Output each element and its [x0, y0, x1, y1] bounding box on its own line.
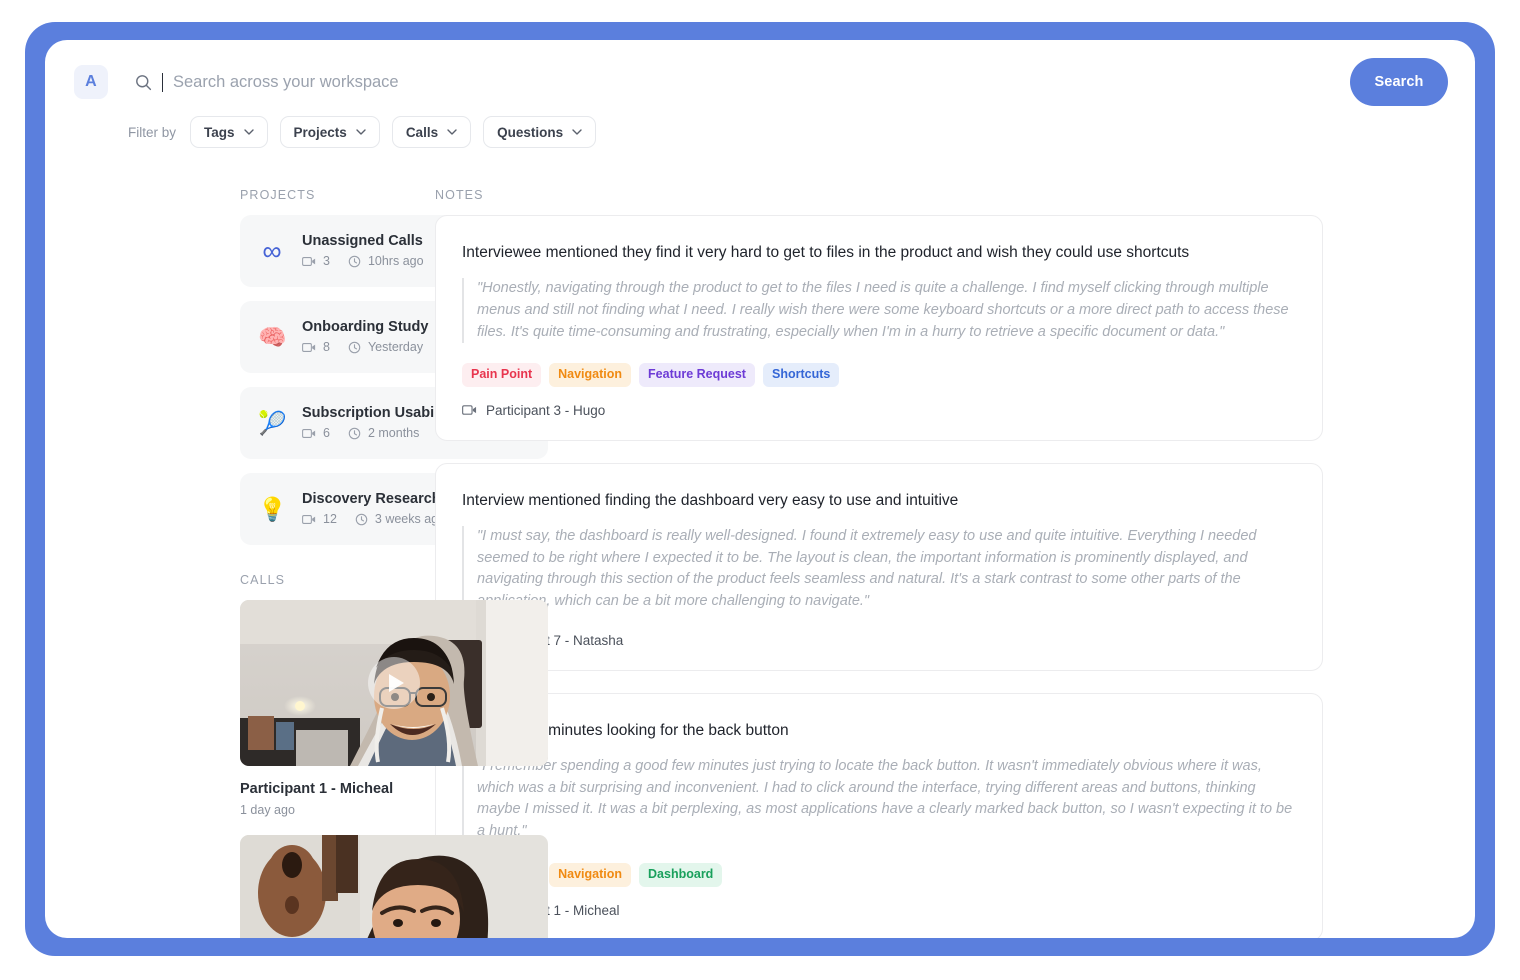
search-button[interactable]: Search — [1350, 58, 1448, 106]
tag-feature-request[interactable]: Feature Request — [639, 363, 755, 387]
play-button[interactable] — [368, 657, 420, 709]
video-icon — [302, 428, 316, 439]
tag-navigation[interactable]: Navigation — [549, 862, 632, 887]
search-bar[interactable]: Search across your workspace — [135, 65, 399, 99]
note-title: Spent a few minutes looking for the back… — [462, 721, 789, 739]
clock-icon — [348, 255, 361, 268]
tag-dashboard[interactable]: Dashboard — [639, 862, 723, 887]
video-icon — [302, 256, 316, 267]
calls-section-label: CALLS — [240, 573, 286, 587]
filter-chip-tags-label: Tags — [204, 124, 235, 140]
avatar-initial: A — [85, 73, 97, 90]
tennis-ball-icon: 🎾 — [258, 409, 287, 436]
project-call-count: 6 — [323, 426, 330, 441]
note-quote: "I must say, the dashboard is really wel… — [462, 525, 1298, 613]
video-icon — [302, 514, 316, 525]
notes-section-label: NOTES — [435, 188, 484, 202]
project-call-count: 12 — [323, 512, 337, 527]
call-participant-name: Participant 1 - Micheal — [240, 781, 394, 797]
call-thumbnail-2[interactable] — [240, 835, 548, 938]
note-title: Interviewee mentioned they find it very … — [462, 244, 1190, 261]
chevron-down-icon — [356, 129, 366, 135]
note-participant[interactable]: Participant 3 - Hugo — [462, 403, 1298, 418]
screenshot-root: A Search across your workspace Search Fi… — [0, 0, 1520, 980]
workspace-avatar[interactable]: A — [74, 65, 108, 99]
tag-navigation[interactable]: Navigation — [549, 363, 632, 387]
filter-chip-calls[interactable]: Calls — [391, 116, 472, 148]
tag-shortcuts[interactable]: Shortcuts — [762, 363, 840, 387]
note-card[interactable]: Interview mentioned finding the dashboar… — [435, 462, 1323, 671]
call-thumbnail-1[interactable] — [240, 600, 548, 766]
filter-chip-questions-label: Questions — [497, 124, 564, 140]
note-card[interactable]: Spent a few minutes looking for the back… — [435, 692, 1323, 938]
project-call-count: 3 — [323, 254, 330, 269]
note-tags: Pain Point Navigation Dashboard — [462, 862, 1298, 887]
projects-section-label: PROJECTS — [240, 188, 316, 202]
clock-icon — [355, 513, 368, 526]
filter-chip-calls-label: Calls — [405, 124, 439, 140]
note-title: Interview mentioned finding the dashboar… — [462, 491, 959, 509]
chevron-down-icon — [447, 129, 457, 135]
search-icon — [135, 74, 152, 91]
clock-icon — [348, 341, 361, 354]
note-participant[interactable]: Participant 1 - Micheal — [462, 903, 1298, 918]
note-quote: "Honestly, navigating through the produc… — [462, 278, 1298, 344]
chevron-down-icon — [572, 129, 582, 135]
note-quote: "I remember spending a good few minutes … — [462, 755, 1298, 843]
filter-chip-tags[interactable]: Tags — [190, 116, 268, 148]
note-participant[interactable]: Participant 7 - Natasha — [462, 633, 1298, 648]
filter-chip-projects-label: Projects — [293, 124, 347, 140]
filter-chip-projects[interactable]: Projects — [279, 116, 380, 148]
top-bar: A Search across your workspace Search Fi… — [45, 40, 1475, 152]
infinity-icon: ∞ — [262, 235, 282, 266]
filter-bar: Filter by Tags Projects Calls Questions — [128, 116, 597, 148]
clock-icon — [348, 427, 361, 440]
search-input[interactable]: Search across your workspace — [173, 74, 399, 91]
filter-chip-questions[interactable]: Questions — [483, 116, 597, 148]
filter-by-label: Filter by — [128, 124, 177, 140]
note-tags: Pain Point Navigation Feature Request Sh… — [462, 363, 1298, 387]
content-area: PROJECTS ∞ Unassigned Calls 3 10hrs ago … — [45, 188, 1475, 938]
right-column: NOTES Interviewee mentioned they find it… — [395, 188, 1475, 938]
tag-pain-point[interactable]: Pain Point — [462, 363, 542, 387]
video-icon — [302, 342, 316, 353]
left-column: PROJECTS ∞ Unassigned Calls 3 10hrs ago … — [45, 188, 548, 938]
text-caret — [162, 72, 163, 92]
note-participant-label: Participant 3 - Hugo — [486, 402, 606, 418]
video-icon — [462, 404, 477, 416]
call-timestamp: 1 day ago — [240, 803, 295, 817]
chevron-down-icon — [243, 129, 254, 135]
lightbulb-icon: 💡 — [258, 495, 287, 522]
project-call-count: 8 — [323, 340, 330, 355]
note-card[interactable]: Interviewee mentioned they find it very … — [435, 215, 1323, 441]
brain-icon: 🧠 — [258, 323, 287, 350]
call-thumbnail-image — [240, 835, 548, 938]
app-window: A Search across your workspace Search Fi… — [45, 40, 1475, 938]
